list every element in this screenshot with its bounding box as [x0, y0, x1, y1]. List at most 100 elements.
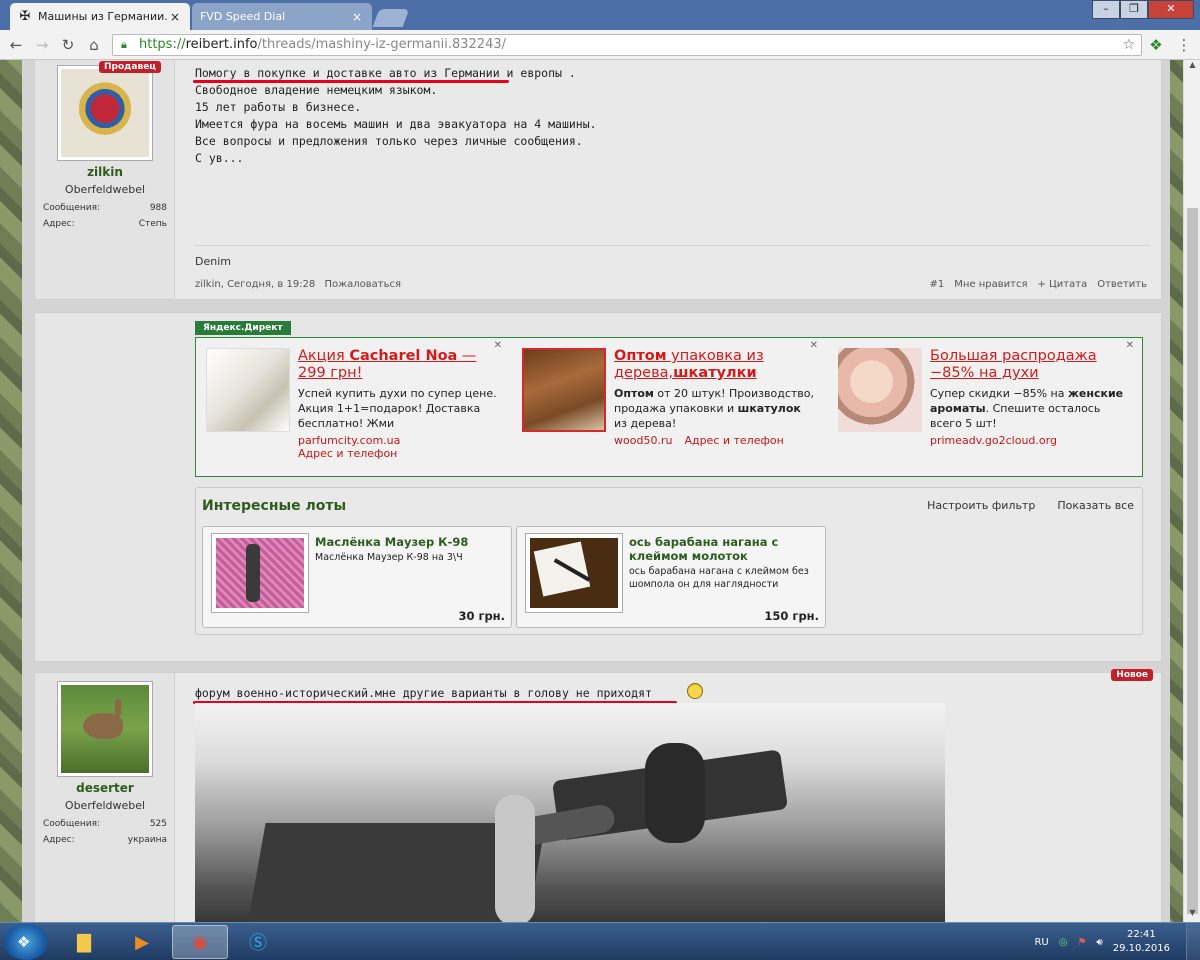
address-bar[interactable]: 🔒︎ https://reibert.info/threads/mashiny-…	[112, 34, 1142, 56]
scroll-thumb[interactable]	[1187, 208, 1198, 914]
chrome-icon: ◉	[192, 931, 208, 953]
user-stat: Адрес: Степь	[43, 219, 167, 229]
yandex-direct-label[interactable]: Яндекс.Директ	[195, 321, 291, 335]
new-tab-button[interactable]	[372, 9, 410, 27]
ad-domain[interactable]: wood50.ru Адрес и телефон	[614, 434, 814, 447]
windows-logo-icon: ❖	[17, 933, 31, 951]
lot-image[interactable]	[525, 533, 623, 613]
ad-item[interactable]: Большая распродажа −85% на духи Супер ск…	[830, 340, 1134, 472]
lot-price: 30 грн.	[458, 609, 505, 623]
ad-body: Успей купить духи по супер цене. Акция 1…	[298, 387, 497, 430]
extension-icon[interactable]: ❖	[1146, 35, 1166, 55]
post-actions: #1 Мне нравится + Цитата Ответить	[929, 279, 1147, 290]
stat-label: Сообщения:	[43, 819, 101, 829]
lot-image[interactable]	[211, 533, 309, 613]
volume-icon[interactable]: 🔊︎	[1096, 937, 1102, 948]
close-window-button[interactable]: ✕	[1148, 0, 1194, 19]
show-desktop-button[interactable]	[1186, 923, 1200, 960]
flag-icon[interactable]: ⚑	[1077, 937, 1086, 948]
report-link[interactable]: Пожаловаться	[324, 279, 401, 290]
clock[interactable]: 22:41 29.10.2016	[1113, 928, 1170, 956]
stat-label: Сообщения:	[43, 203, 101, 213]
ad-item[interactable]: Акция Cacharel Noa — 299 грн! Успей купи…	[198, 340, 502, 472]
tab-close-icon[interactable]: ×	[350, 10, 364, 24]
bookmark-star-icon[interactable]: ☆	[1122, 35, 1135, 55]
tab-speed-dial[interactable]: FVD Speed Dial ×	[192, 3, 372, 30]
message-line: форум военно-исторический.мне другие вар…	[195, 686, 652, 700]
maximize-button[interactable]: ❐	[1120, 0, 1148, 19]
stat-value: 525	[149, 819, 167, 829]
home-icon[interactable]: ⌂	[84, 35, 104, 55]
like-link[interactable]: Мне нравится	[954, 279, 1027, 290]
start-button[interactable]: ❖	[4, 924, 48, 960]
post: deserter Oberfeldwebel Сообщения: 525 Ад…	[34, 669, 1162, 922]
minimize-button[interactable]: –	[1092, 0, 1120, 19]
network-icon[interactable]: ◎	[1059, 937, 1068, 948]
interesting-lots: Интересные лоты Настроить фильтр Показат…	[195, 487, 1143, 635]
forward-arrow-icon[interactable]: →	[32, 35, 52, 55]
back-arrow-icon[interactable]: ←	[6, 35, 26, 55]
username[interactable]: deserter	[35, 781, 175, 795]
stat-value: 988	[149, 203, 167, 213]
ad-address-link[interactable]: Адрес и телефон	[298, 447, 498, 460]
post: Продавец zilkin Oberfeldwebel Сообщения:…	[34, 60, 1162, 300]
quote-link[interactable]: + Цитата	[1037, 279, 1087, 290]
lot-name[interactable]: ось барабана нагана с клеймом молоток	[629, 535, 819, 563]
post-author-date[interactable]: zilkin, Сегодня, в 19:28	[195, 279, 315, 290]
chrome-taskbar-button[interactable]: ◉	[172, 925, 228, 959]
tab-close-icon[interactable]: ×	[168, 10, 182, 24]
menu-icon[interactable]: ⋮	[1174, 35, 1194, 55]
ad-headline[interactable]: Большая распродажа −85% на духи	[930, 348, 1130, 382]
media-player-taskbar-button[interactable]: ▶	[114, 925, 170, 959]
post-message: форум военно-исторический.мне другие вар…	[195, 685, 652, 702]
scroll-up-arrow-icon[interactable]: ▲	[1184, 60, 1200, 74]
ad-address-link[interactable]: Адрес и телефон	[684, 434, 783, 447]
tab-strip: ✠ Машины из Германии. | × FVD Speed Dial…	[0, 0, 1200, 30]
post-photo[interactable]	[195, 703, 945, 922]
user-stat: Сообщения: 988	[43, 203, 167, 213]
page-scrollbar[interactable]: ▲ ▼	[1183, 60, 1200, 922]
tab-active[interactable]: ✠ Машины из Германии. | ×	[10, 3, 190, 30]
language-indicator[interactable]: RU	[1034, 937, 1048, 948]
filter-link[interactable]: Настроить фильтр	[927, 499, 1035, 512]
windows-taskbar: ❖ ▇ ▶ ◉ Ⓢ RU ◎ ⚑ 🔊︎ 22:41 29.10.2016	[0, 922, 1200, 960]
close-icon[interactable]: ✕	[810, 340, 818, 351]
browser-toolbar: ← → ↻ ⌂ 🔒︎ https://reibert.info/threads/…	[0, 30, 1200, 60]
perfume-image[interactable]	[206, 348, 290, 432]
ad-headline[interactable]: Акция Cacharel Noa — 299 грн!	[298, 348, 498, 382]
user-stat: Сообщения: 525	[43, 819, 167, 829]
seller-badge: Продавец	[99, 61, 161, 73]
user-info: deserter Oberfeldwebel Сообщения: 525 Ад…	[35, 673, 175, 922]
lot-name[interactable]: Маслёнка Маузер К-98	[315, 535, 505, 549]
avatar[interactable]	[57, 681, 153, 777]
model-photo-image[interactable]	[838, 348, 922, 432]
post-number-link[interactable]: #1	[929, 279, 944, 290]
tab-title: FVD Speed Dial	[200, 10, 286, 23]
username[interactable]: zilkin	[35, 165, 175, 179]
skype-taskbar-button[interactable]: Ⓢ	[230, 925, 286, 959]
reply-link[interactable]: Ответить	[1097, 279, 1147, 290]
tab-title: Машины из Германии. |	[38, 10, 168, 23]
forum-content: Продавец zilkin Oberfeldwebel Сообщения:…	[22, 60, 1170, 922]
ad-body: Оптом от 20 штук! Производство, продажа …	[614, 387, 814, 430]
scroll-down-arrow-icon[interactable]: ▼	[1184, 908, 1200, 922]
lock-icon: 🔒︎	[121, 38, 127, 51]
close-icon[interactable]: ✕	[1126, 340, 1134, 351]
ad-item[interactable]: Оптом упаковка из дерева,шкатулки Оптом …	[514, 340, 818, 472]
reload-icon[interactable]: ↻	[58, 35, 78, 55]
ad-domain[interactable]: primeadv.go2cloud.org	[930, 434, 1130, 447]
ad-headline[interactable]: Оптом упаковка из дерева,шкатулки	[614, 348, 814, 382]
lot-card[interactable]: ось барабана нагана с клеймом молоток ос…	[516, 526, 826, 628]
lots-title: Интересные лоты	[202, 498, 347, 514]
explorer-taskbar-button[interactable]: ▇	[56, 925, 112, 959]
iron-cross-icon: ✠	[19, 8, 31, 24]
stat-label: Адрес:	[43, 219, 75, 229]
show-all-link[interactable]: Показать все	[1057, 499, 1134, 512]
skype-icon: Ⓢ	[249, 933, 267, 954]
close-icon[interactable]: ✕	[494, 340, 502, 351]
lot-card[interactable]: Маслёнка Маузер К-98 Маслёнка Маузер К-9…	[202, 526, 512, 628]
ad-domain[interactable]: parfumcity.com.ua	[298, 434, 498, 447]
wooden-box-image[interactable]	[522, 348, 606, 432]
avatar[interactable]	[57, 65, 153, 161]
lot-price: 150 грн.	[764, 609, 819, 623]
